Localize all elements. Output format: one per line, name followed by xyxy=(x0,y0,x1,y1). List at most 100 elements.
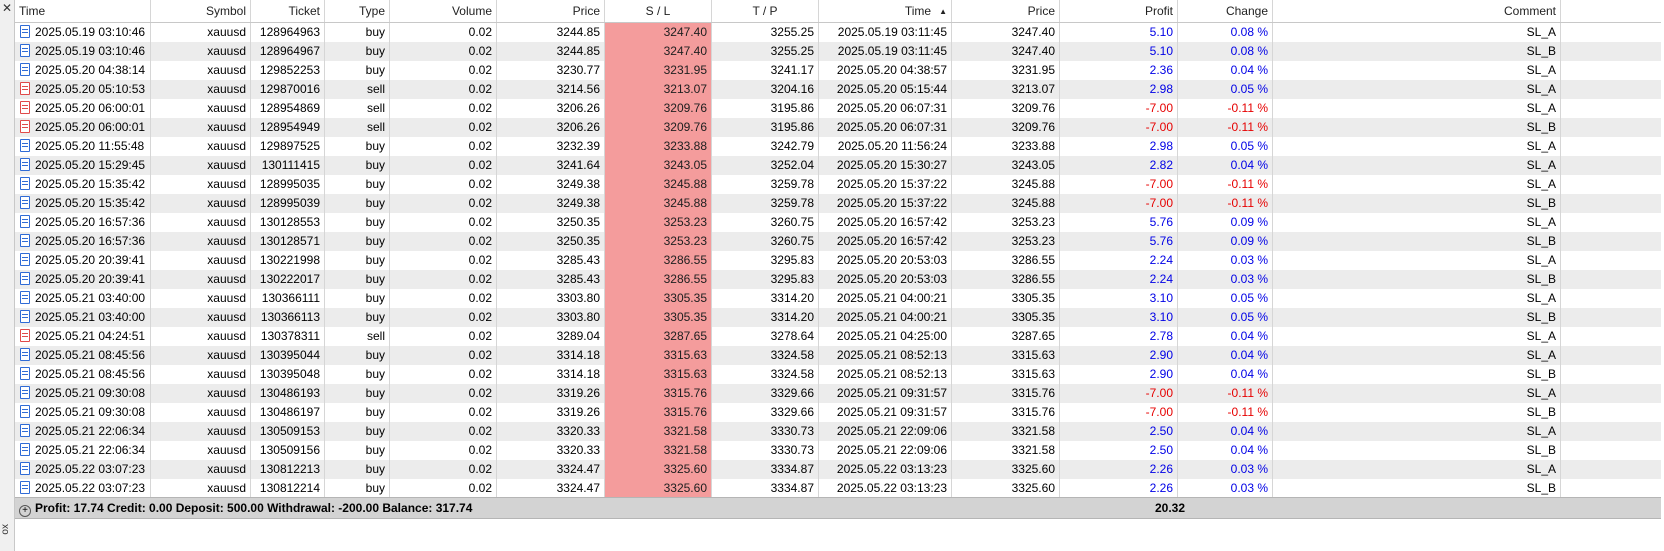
table-row[interactable]: 2025.05.21 08:45:56 xauusd 130395044 buy 0.0… xyxy=(15,346,1661,365)
cell-value: 0.02 xyxy=(468,25,492,39)
table-row[interactable]: 2025.05.20 11:55:48 xauusd 129897525 buy 0.0… xyxy=(15,137,1661,156)
table-row[interactable]: 2025.05.21 22:06:34 xauusd 130509156 buy 0.0… xyxy=(15,441,1661,460)
cell-close-time: 2025.05.21 09:31:57 xyxy=(819,403,952,422)
cell-value: 3213.07 xyxy=(663,82,707,96)
cell-value: xauusd xyxy=(207,158,246,172)
table-row[interactable]: 2025.05.21 08:45:56 xauusd 130395048 buy 0.0… xyxy=(15,365,1661,384)
cell-value: buy xyxy=(365,310,385,324)
cell-take-profit: 3259.78 xyxy=(712,175,819,194)
cell-value: 3325.60 xyxy=(663,481,707,495)
cell-value: 3245.88 xyxy=(663,177,707,191)
table-row[interactable]: 2025.05.20 05:10:53 xauusd 129870016 sell 0.… xyxy=(15,80,1661,99)
table-row[interactable]: 2025.05.21 03:40:00 xauusd 130366111 buy 0.0… xyxy=(15,289,1661,308)
table-row[interactable]: 2025.05.19 03:10:46 xauusd 128964963 buy 0.0… xyxy=(15,23,1661,42)
column-header-volume[interactable]: Volume xyxy=(390,0,497,22)
table-row[interactable]: 2025.05.20 06:00:01 xauusd 128954869 sell 0.… xyxy=(15,99,1661,118)
table-row[interactable]: 2025.05.19 03:10:46 xauusd 128964967 buy 0.0… xyxy=(15,42,1661,61)
close-icon[interactable]: ✕ xyxy=(1,2,13,14)
column-header-type[interactable]: Type xyxy=(325,0,390,22)
cell-value: 3245.88 xyxy=(1011,177,1055,191)
cell-value: 0.02 xyxy=(468,158,492,172)
cell-open-price: 3244.85 xyxy=(497,42,605,61)
table-row[interactable]: 2025.05.20 06:00:01 xauusd 128954949 sell 0.… xyxy=(15,118,1661,137)
cell-open-time: 2025.05.22 03:07:23 xyxy=(15,460,151,479)
cell-value: 3287.65 xyxy=(1011,329,1055,343)
buy-deal-icon xyxy=(20,424,30,437)
column-header-change[interactable]: Change xyxy=(1178,0,1273,22)
cell-profit: 3.10 xyxy=(1060,289,1178,308)
table-row[interactable]: 2025.05.20 16:57:36 xauusd 130128553 buy 0.0… xyxy=(15,213,1661,232)
cell-value: 3247.40 xyxy=(1011,25,1055,39)
cell-take-profit: 3334.87 xyxy=(712,479,819,498)
cell-value: 3295.83 xyxy=(770,253,814,267)
cell-close-price: 3286.55 xyxy=(952,251,1060,270)
cell-value: xauusd xyxy=(207,481,246,495)
cell-type: sell xyxy=(325,80,390,99)
cell-value: 3285.43 xyxy=(556,272,600,286)
cell-ticket: 130486197 xyxy=(251,403,325,422)
cell-take-profit: 3242.79 xyxy=(712,137,819,156)
cell-value: 3.10 xyxy=(1149,310,1173,324)
cell-value: 0.04 % xyxy=(1230,424,1268,438)
cell-ticket: 129897525 xyxy=(251,137,325,156)
cell-value: SL_A xyxy=(1526,139,1556,153)
column-header-close-time[interactable]: Time ▲ xyxy=(819,0,952,22)
cell-value: 2025.05.20 15:30:27 xyxy=(836,158,947,172)
cell-change: 0.04 % xyxy=(1178,346,1273,365)
cell-close-time: 2025.05.20 16:57:42 xyxy=(819,232,952,251)
table-row[interactable]: 2025.05.20 15:35:42 xauusd 128995039 buy 0.0… xyxy=(15,194,1661,213)
expand-icon[interactable]: + xyxy=(19,505,31,517)
column-header-symbol[interactable]: Symbol xyxy=(151,0,251,22)
column-header-label: Price xyxy=(572,4,600,18)
cell-close-price: 3213.07 xyxy=(952,80,1060,99)
cell-profit: 2.98 xyxy=(1060,137,1178,156)
cell-value: 3242.79 xyxy=(770,139,814,153)
cell-stop-loss: 3321.58 xyxy=(605,441,712,460)
cell-symbol: xauusd xyxy=(151,289,251,308)
cell-value: buy xyxy=(365,386,385,400)
column-header-ticket[interactable]: Ticket xyxy=(251,0,325,22)
table-row[interactable]: 2025.05.21 22:06:34 xauusd 130509153 buy 0.0… xyxy=(15,422,1661,441)
column-header-profit[interactable]: Profit xyxy=(1060,0,1178,22)
table-row[interactable]: 2025.05.20 20:39:41 xauusd 130221998 buy 0.0… xyxy=(15,251,1661,270)
cell-value: 0.09 % xyxy=(1230,234,1268,248)
table-row[interactable]: 2025.05.22 03:07:23 xauusd 130812213 buy 0.0… xyxy=(15,460,1661,479)
table-row[interactable]: 2025.05.21 04:24:51 xauusd 130378311 sell 0.… xyxy=(15,327,1661,346)
table-row[interactable]: 2025.05.20 15:35:42 xauusd 128995035 buy 0.0… xyxy=(15,175,1661,194)
cell-value: 3315.76 xyxy=(1011,405,1055,419)
cell-value: 2025.05.20 04:38:57 xyxy=(836,63,947,77)
table-row[interactable]: 2025.05.20 16:57:36 xauusd 130128571 buy 0.0… xyxy=(15,232,1661,251)
table-row[interactable]: 2025.05.20 15:29:45 xauusd 130111415 buy 0.0… xyxy=(15,156,1661,175)
cell-value: 0.02 xyxy=(468,462,492,476)
cell-value: 2025.05.20 04:38:14 xyxy=(35,63,146,77)
cell-value: 2025.05.21 04:00:21 xyxy=(836,310,947,324)
cell-type: buy xyxy=(325,479,390,498)
column-header-open-price[interactable]: Price xyxy=(497,0,605,22)
cell-type: sell xyxy=(325,118,390,137)
table-row[interactable]: 2025.05.20 04:38:14 xauusd 129852253 buy 0.0… xyxy=(15,61,1661,80)
table-row[interactable]: 2025.05.21 03:40:00 xauusd 130366113 buy 0.0… xyxy=(15,308,1661,327)
cell-stop-loss: 3243.05 xyxy=(605,156,712,175)
table-row[interactable]: 2025.05.21 09:30:08 xauusd 130486193 buy 0.0… xyxy=(15,384,1661,403)
cell-close-time: 2025.05.21 08:52:13 xyxy=(819,365,952,384)
cell-symbol: xauusd xyxy=(151,118,251,137)
cell-value: xauusd xyxy=(207,82,246,96)
table-row[interactable]: 2025.05.20 20:39:41 xauusd 130222017 buy 0.0… xyxy=(15,270,1661,289)
cell-volume: 0.02 xyxy=(390,365,497,384)
cell-volume: 0.02 xyxy=(390,460,497,479)
column-header-stop-loss[interactable]: S / L xyxy=(605,0,712,22)
column-header-close-price[interactable]: Price xyxy=(952,0,1060,22)
buy-deal-icon xyxy=(20,63,30,76)
column-header-comment[interactable]: Comment xyxy=(1273,0,1561,22)
cell-open-time: 2025.05.22 03:07:23 xyxy=(15,479,151,498)
cell-value: 3241.17 xyxy=(770,63,814,77)
table-row[interactable]: 2025.05.22 03:07:23 xauusd 130812214 buy 0.0… xyxy=(15,479,1661,498)
column-header-take-profit[interactable]: T / P xyxy=(712,0,819,22)
cell-value: 2025.05.20 20:39:41 xyxy=(35,272,146,286)
cell-value: 3321.58 xyxy=(663,443,707,457)
table-row[interactable]: 2025.05.21 09:30:08 xauusd 130486197 buy 0.0… xyxy=(15,403,1661,422)
cell-stop-loss: 3253.23 xyxy=(605,213,712,232)
cell-value: 3232.39 xyxy=(556,139,600,153)
cell-value: xauusd xyxy=(207,348,246,362)
column-header-open-time[interactable]: Time xyxy=(15,0,151,22)
